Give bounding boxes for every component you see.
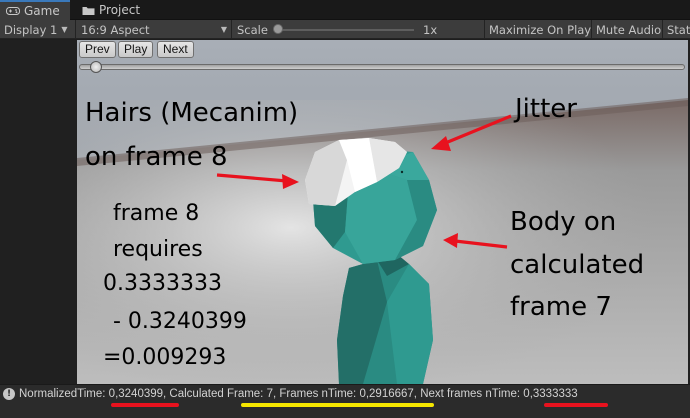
status-message: NormalizedTime: 0,3240399, Calculated Fr… (19, 388, 578, 400)
annotation-hairs-line1: Hairs (Mecanim) (85, 98, 299, 128)
info-icon: ! (3, 388, 15, 400)
folder-icon (82, 6, 95, 15)
annotation-jitter: Jitter (515, 94, 577, 124)
scale-label: Scale (237, 22, 268, 37)
console-status-bar[interactable]: ! NormalizedTime: 0,3240399, Calculated … (0, 384, 690, 418)
timeline-slider-track[interactable] (79, 64, 685, 70)
game-viewport[interactable]: Prev Play Next Hairs (Mecanim) on frame … (77, 40, 688, 384)
timeline-slider-handle[interactable] (90, 61, 102, 73)
annotation-calc-line5: =0.009293 (103, 345, 227, 370)
aspect-dropdown[interactable]: 16:9 Aspect ▼ (81, 20, 227, 39)
mute-audio-toggle[interactable]: Mute Audio (596, 20, 661, 39)
play-button[interactable]: Play (118, 41, 154, 58)
display-dropdown[interactable]: Display 1 ▼ (4, 20, 68, 39)
underline-normalized-time (111, 403, 179, 407)
prev-button[interactable]: Prev (79, 41, 116, 58)
next-button[interactable]: Next (157, 41, 194, 58)
annotation-calc-line2: requires (113, 237, 203, 262)
stats-toggle[interactable]: Stats (667, 20, 690, 39)
gamepad-icon (6, 7, 20, 15)
tab-game-label: Game (24, 4, 60, 18)
window-tab-bar: Game Project (0, 0, 690, 20)
tab-game[interactable]: Game (0, 0, 70, 20)
aspect-label: 16:9 Aspect (81, 22, 150, 37)
annotation-calc-line3: 0.3333333 (103, 271, 222, 296)
underline-next-frames-ntime (544, 403, 608, 407)
letterbox-left (0, 40, 77, 384)
display-label: Display 1 (4, 22, 58, 37)
tab-project-label: Project (99, 3, 141, 17)
annotation-body-line2: calculated (510, 250, 645, 280)
chevron-down-icon: ▼ (61, 25, 68, 34)
annotation-calc-line4: - 0.3240399 (113, 309, 247, 334)
chevron-down-icon: ▼ (220, 25, 227, 34)
annotation-body-line3: frame 7 (510, 292, 612, 322)
maximize-on-play-toggle[interactable]: Maximize On Play (489, 20, 591, 39)
tab-project[interactable]: Project (76, 0, 146, 20)
annotation-body-line1: Body on (510, 207, 617, 237)
annotation-calc-line1: frame 8 (113, 201, 200, 226)
scale-slider-track[interactable] (276, 29, 414, 31)
scale-slider-handle[interactable] (273, 24, 283, 34)
annotation-hairs-line2: on frame 8 (85, 142, 228, 172)
scale-value: 1x (423, 22, 438, 37)
underline-calculated-frame (241, 403, 434, 407)
game-view-toolbar: Display 1 ▼ 16:9 Aspect ▼ Scale 1x Maxim… (0, 20, 690, 39)
